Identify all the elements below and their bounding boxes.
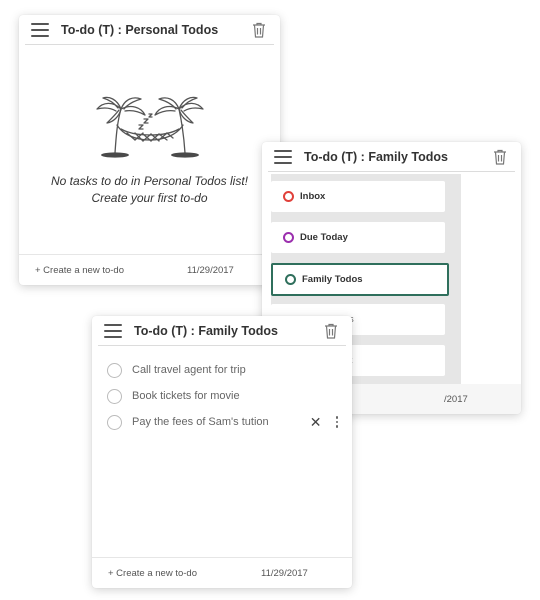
- task-checkbox[interactable]: [107, 362, 122, 378]
- empty-state-message: No tasks to do in Personal Todos list! C…: [19, 173, 280, 207]
- menu-icon[interactable]: [31, 23, 49, 37]
- card-title: To-do (T) : Personal Todos: [61, 23, 219, 37]
- close-icon[interactable]: ✕: [310, 414, 322, 431]
- task-row: Book tickets for movie: [107, 386, 342, 406]
- task-label[interactable]: Call travel agent for trip: [132, 364, 342, 376]
- trash-icon[interactable]: [252, 22, 266, 38]
- footer-date: 11/29/2017: [187, 265, 234, 276]
- hammock-illustration: [96, 96, 204, 158]
- menu-icon[interactable]: [104, 324, 122, 338]
- family-todos-tasks-card: To-do (T) : Family Todos Call travel age…: [92, 316, 352, 588]
- task-row: Call travel agent for trip: [107, 360, 342, 380]
- list-item-label: Family Todos: [302, 274, 363, 285]
- empty-state-line2: Create your first to-do: [91, 191, 208, 205]
- card-header: To-do (T) : Family Todos: [262, 142, 521, 172]
- list-item-family-todos[interactable]: Family Todos: [271, 263, 449, 296]
- task-row: Pay the fees of Sam's tution ✕: [107, 412, 342, 432]
- card-footer: + Create a new to-do 11/29/2017: [92, 557, 352, 588]
- list-item-label: Inbox: [300, 191, 326, 202]
- card-title: To-do (T) : Family Todos: [134, 324, 278, 338]
- empty-state-line1: No tasks to do in Personal Todos list!: [51, 174, 248, 188]
- footer-date: /2017: [444, 394, 468, 405]
- list-item-label: Due Today: [300, 232, 348, 243]
- personal-todos-card: To-do (T) : Personal Todos No tasks to d…: [19, 15, 280, 285]
- card-header: To-do (T) : Personal Todos: [19, 15, 280, 45]
- trash-icon[interactable]: [324, 323, 338, 339]
- card-header: To-do (T) : Family Todos: [92, 316, 352, 346]
- task-label[interactable]: Pay the fees of Sam's tution: [132, 416, 310, 428]
- list-color-dot: [283, 232, 294, 243]
- task-label[interactable]: Book tickets for movie: [132, 390, 342, 402]
- card-title: To-do (T) : Family Todos: [304, 150, 448, 164]
- card-footer: + Create a new to-do 11/29/2017: [19, 254, 280, 285]
- create-todo-link[interactable]: + Create a new to-do: [35, 265, 124, 276]
- task-checkbox[interactable]: [107, 388, 122, 404]
- trash-icon[interactable]: [493, 149, 507, 165]
- task-checkbox[interactable]: [107, 414, 122, 430]
- list-item-inbox[interactable]: Inbox: [271, 181, 445, 212]
- list-color-dot: [283, 191, 294, 202]
- create-todo-link[interactable]: + Create a new to-do: [108, 568, 197, 579]
- list-color-dot: [285, 274, 296, 285]
- more-vertical-icon[interactable]: [335, 416, 338, 428]
- footer-date: 11/29/2017: [261, 568, 308, 579]
- menu-icon[interactable]: [274, 150, 292, 164]
- list-item-due-today[interactable]: Due Today: [271, 222, 445, 253]
